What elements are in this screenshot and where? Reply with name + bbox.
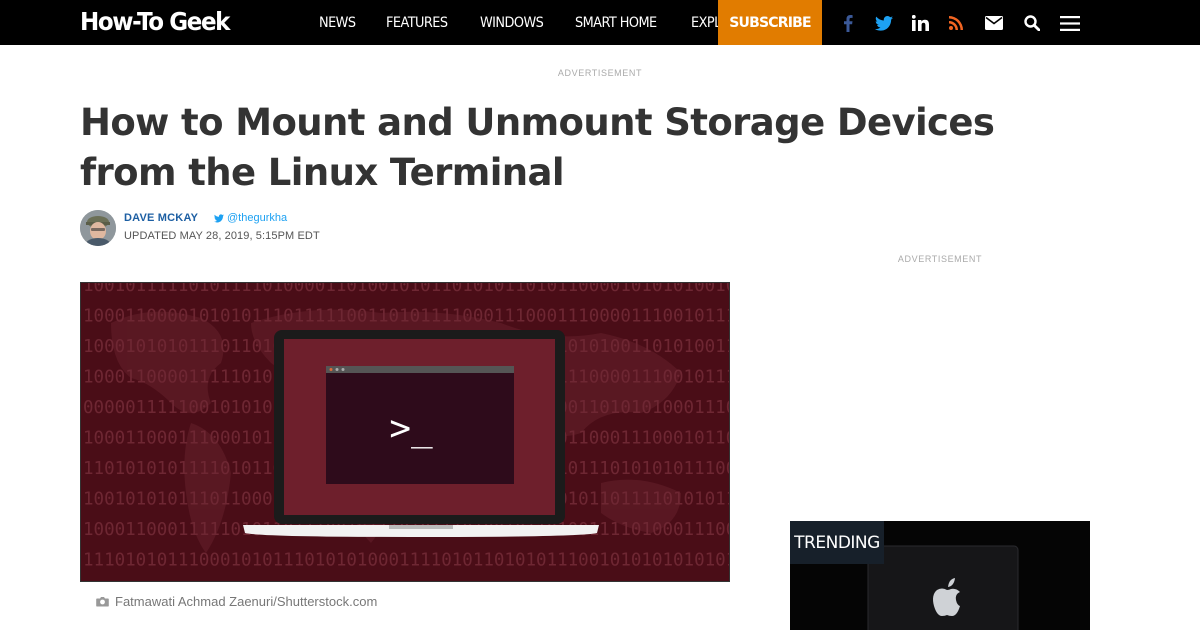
top-nav-bar: How-To Geek NEWS FEATURES WINDOWS SMART …: [0, 0, 1200, 45]
email-icon[interactable]: [983, 12, 1005, 34]
twitter-icon: [214, 213, 224, 222]
author-avatar[interactable]: [80, 210, 116, 246]
main-nav: NEWS FEATURES WINDOWS SMART HOME EXPLORE: [319, 0, 778, 45]
menu-icon[interactable]: [1059, 12, 1081, 34]
updated-timestamp: UPDATED MAY 28, 2019, 5:15PM EDT: [124, 230, 320, 242]
hero-image: 1001011111010111101000011010010101101010…: [80, 282, 730, 582]
advertisement-label: ADVERTISEMENT: [557, 68, 643, 78]
rss-icon[interactable]: [945, 12, 967, 34]
camera-icon: [96, 597, 109, 607]
twitter-icon[interactable]: [873, 12, 895, 34]
binary-row: 1110101011100010101110101010001111010110…: [83, 551, 730, 571]
nav-item-features[interactable]: FEATURES: [386, 15, 448, 31]
article-title: How to Mount and Unmount Storage Devices…: [80, 101, 995, 194]
nav-item-windows[interactable]: WINDOWS: [480, 15, 544, 31]
trending-label: TRENDING: [790, 521, 884, 564]
author-name[interactable]: DAVE MCKAY: [124, 212, 198, 224]
terminal-prompt: >_: [389, 408, 433, 449]
subscribe-label: SUBSCRIBE: [729, 14, 811, 31]
search-icon[interactable]: [1021, 12, 1043, 34]
photo-credit: Fatmawati Achmad Zaenuri/Shutterstock.co…: [96, 594, 377, 609]
subscribe-button[interactable]: SUBSCRIBE: [718, 0, 822, 45]
photo-credit-text: Fatmawati Achmad Zaenuri/Shutterstock.co…: [115, 594, 378, 609]
twitter-handle-text: @thegurkha: [227, 212, 288, 224]
nav-item-news[interactable]: NEWS: [319, 15, 356, 31]
linkedin-icon[interactable]: [909, 12, 931, 34]
sidebar-advertisement-label: ADVERTISEMENT: [897, 254, 983, 264]
nav-item-smart-home[interactable]: SMART HOME: [575, 15, 657, 31]
author-twitter[interactable]: @thegurkha: [214, 212, 287, 224]
trending-widget[interactable]: TRENDING: [790, 521, 1090, 630]
binary-row: 1010101110110101101011101010101110101011…: [83, 581, 730, 582]
site-logo[interactable]: How-To Geek: [80, 7, 230, 36]
facebook-icon[interactable]: [837, 12, 859, 34]
binary-row: 1001011111010111101000011010010101101010…: [83, 283, 730, 296]
binary-row: 1000110000101010111011111001101011110001…: [83, 307, 730, 327]
